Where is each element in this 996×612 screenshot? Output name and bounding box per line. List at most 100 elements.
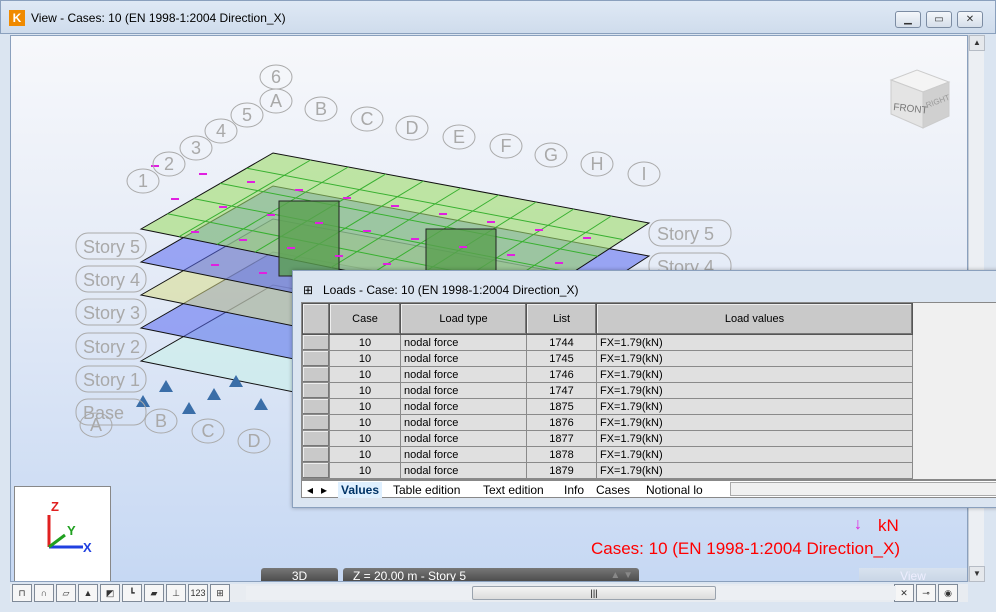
table-cell[interactable]: nodal force: [400, 334, 527, 351]
table-cell[interactable]: 10: [329, 382, 401, 399]
table-cell[interactable]: 1876: [526, 414, 597, 431]
horizontal-scrollbar[interactable]: |||: [246, 586, 896, 600]
row-header[interactable]: [302, 334, 330, 351]
table-cell[interactable]: FX=1.79(kN): [596, 366, 913, 383]
table-cell[interactable]: nodal force: [400, 430, 527, 447]
table-row[interactable]: 10 nodal force 1744 FX=1.79(kN): [302, 334, 913, 351]
display-tool-icon[interactable]: ⊸: [916, 584, 936, 602]
window-title: View - Cases: 10 (EN 1998-1:2004 Directi…: [31, 11, 286, 25]
table-cell[interactable]: FX=1.79(kN): [596, 430, 913, 447]
tab-notional-loads[interactable]: Notional lo: [643, 482, 713, 498]
level-arrows-icon[interactable]: ▲ ▼: [610, 568, 633, 581]
scroll-up-button[interactable]: ▲: [969, 35, 985, 51]
table-cell[interactable]: 10: [329, 414, 401, 431]
table-cell[interactable]: FX=1.79(kN): [596, 382, 913, 399]
table-cell[interactable]: 1875: [526, 398, 597, 415]
row-header[interactable]: [302, 414, 330, 431]
column-header[interactable]: Load type: [400, 303, 527, 335]
table-cell[interactable]: 10: [329, 430, 401, 447]
table-cell[interactable]: nodal force: [400, 446, 527, 463]
axis-x-label: X: [83, 540, 92, 555]
table-cell[interactable]: FX=1.79(kN): [596, 446, 913, 463]
row-header[interactable]: [302, 382, 330, 399]
table-cell[interactable]: FX=1.79(kN): [596, 334, 913, 351]
row-header-corner[interactable]: [302, 303, 330, 335]
view-button[interactable]: View: [859, 568, 967, 581]
frame-tool-icon[interactable]: ┗: [122, 584, 142, 602]
table-cell[interactable]: FX=1.79(kN): [596, 398, 913, 415]
tab-text-edition[interactable]: Text edition: [480, 482, 547, 498]
row-header[interactable]: [302, 430, 330, 447]
table-row[interactable]: 10 nodal force 1878 FX=1.79(kN): [302, 446, 913, 463]
table-cell[interactable]: FX=1.79(kN): [596, 414, 913, 431]
bar-tool-icon[interactable]: ∩: [34, 584, 54, 602]
table-cell[interactable]: FX=1.79(kN): [596, 350, 913, 367]
table-cell[interactable]: 10: [329, 334, 401, 351]
tab-table-edition[interactable]: Table edition: [390, 482, 463, 498]
maximize-button[interactable]: ▭: [926, 11, 952, 28]
column-header[interactable]: Case: [329, 303, 401, 335]
table-cell[interactable]: 1878: [526, 446, 597, 463]
view-cube[interactable]: FRONT RIGHT: [877, 52, 957, 132]
support-tool-icon[interactable]: ▲: [78, 584, 98, 602]
minimize-button[interactable]: ▁: [895, 11, 921, 28]
slab-tool-icon[interactable]: ▰: [144, 584, 164, 602]
numbering-tool-icon[interactable]: 123: [188, 584, 208, 602]
column-header[interactable]: List: [526, 303, 597, 335]
table-cell[interactable]: nodal force: [400, 350, 527, 367]
section-tool-icon[interactable]: ▱: [56, 584, 76, 602]
3d-mode-button[interactable]: 3D: [261, 568, 338, 581]
view-tool-icon[interactable]: ◉: [938, 584, 958, 602]
scroll-down-button[interactable]: ▼: [969, 566, 985, 582]
table-cell[interactable]: nodal force: [400, 366, 527, 383]
story-level-selector[interactable]: Z = 20.00 m - Story 5 ▲ ▼: [343, 568, 639, 582]
column-header[interactable]: Load values: [596, 303, 913, 335]
story-label-left: Story 4: [83, 270, 140, 290]
support-icon: [254, 398, 268, 410]
table-cell[interactable]: 1745: [526, 350, 597, 367]
table-cell[interactable]: 1744: [526, 334, 597, 351]
table-row[interactable]: 10 nodal force 1746 FX=1.79(kN): [302, 366, 913, 383]
hide-tool-icon[interactable]: ✕: [894, 584, 914, 602]
table-cell[interactable]: 10: [329, 366, 401, 383]
table-cell[interactable]: nodal force: [400, 462, 527, 479]
table-cell[interactable]: nodal force: [400, 398, 527, 415]
table-cell[interactable]: 10: [329, 462, 401, 479]
row-header[interactable]: [302, 398, 330, 415]
table-cell[interactable]: 10: [329, 398, 401, 415]
table-row[interactable]: 10 nodal force 1876 FX=1.79(kN): [302, 414, 913, 431]
row-header[interactable]: [302, 366, 330, 383]
table-row[interactable]: 10 nodal force 1877 FX=1.79(kN): [302, 430, 913, 447]
tab-values[interactable]: Values: [338, 482, 383, 498]
table-row[interactable]: 10 nodal force 1879 FX=1.79(kN): [302, 462, 913, 479]
table-row[interactable]: 10 nodal force 1745 FX=1.79(kN): [302, 350, 913, 367]
load-tool-icon[interactable]: ⊥: [166, 584, 186, 602]
table-cell[interactable]: 10: [329, 446, 401, 463]
table-cell[interactable]: nodal force: [400, 414, 527, 431]
tab-cases[interactable]: Cases: [593, 482, 633, 498]
grid-tool-icon[interactable]: ⊞: [210, 584, 230, 602]
row-header[interactable]: [302, 350, 330, 367]
axis-triad: Z Y X: [14, 486, 111, 581]
table-horizontal-scrollbar[interactable]: [730, 482, 996, 496]
tab-info[interactable]: Info: [561, 482, 587, 498]
story-level-value: Z = 20.00 m - Story 5: [353, 569, 467, 582]
tab-next-button[interactable]: ▸: [318, 482, 330, 498]
table-cell[interactable]: nodal force: [400, 382, 527, 399]
table-cell[interactable]: 1877: [526, 430, 597, 447]
table-cell[interactable]: 1879: [526, 462, 597, 479]
table-row[interactable]: 10 nodal force 1747 FX=1.79(kN): [302, 382, 913, 399]
scroll-thumb[interactable]: |||: [472, 586, 716, 600]
table-cell[interactable]: 1746: [526, 366, 597, 383]
node-tool-icon[interactable]: ⊓: [12, 584, 32, 602]
table-row[interactable]: 10 nodal force 1875 FX=1.79(kN): [302, 398, 913, 415]
table-cell[interactable]: FX=1.79(kN): [596, 462, 913, 479]
table-cell[interactable]: 10: [329, 350, 401, 367]
table-cell[interactable]: 1747: [526, 382, 597, 399]
panel-tool-icon[interactable]: ◩: [100, 584, 120, 602]
tab-prev-button[interactable]: ◂: [304, 482, 316, 498]
close-button[interactable]: ✕: [957, 11, 983, 28]
loads-table[interactable]: Case Load type List Load values 10 nodal …: [301, 302, 996, 480]
row-header[interactable]: [302, 446, 330, 463]
row-header[interactable]: [302, 462, 330, 479]
